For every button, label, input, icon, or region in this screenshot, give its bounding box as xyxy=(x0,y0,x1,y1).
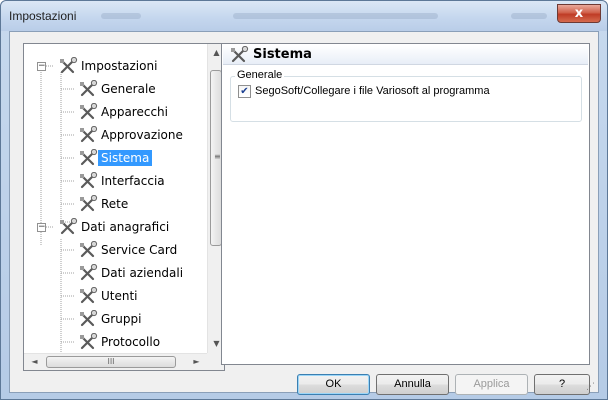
tree-item-label: Protocollo xyxy=(101,335,161,349)
tree-item-label: Service Card xyxy=(101,243,178,257)
tree-item-label: Generale xyxy=(101,82,156,96)
tools-icon xyxy=(80,149,98,166)
tree-item-gruppi[interactable]: Gruppi xyxy=(24,309,207,329)
dialog-body: − Impostazioni Generale Apparecchi Approvazi… xyxy=(9,31,599,395)
tree-item-label: Interfaccia xyxy=(101,174,165,188)
settings-window: Impostazioni x − Impostazioni Generale A… xyxy=(0,0,608,400)
checkmark-icon: ✔ xyxy=(240,86,249,97)
tools-icon xyxy=(80,103,98,120)
tree-item-label: Sistema xyxy=(98,150,153,166)
tree-item-label: Gruppi xyxy=(101,312,142,326)
scroll-left-icon[interactable]: ◄ xyxy=(26,357,43,366)
resize-grip-icon[interactable]: ⋰ xyxy=(586,383,595,392)
collapse-icon[interactable]: − xyxy=(37,223,46,232)
panel-title: Sistema xyxy=(253,47,312,62)
tree-item-rete[interactable]: Rete xyxy=(24,194,207,214)
link-variosoft-label[interactable]: SegoSoft/Collegare i file Variosoft al p… xyxy=(255,85,490,97)
window-title: Impostazioni xyxy=(9,9,77,23)
apply-button[interactable]: Applica xyxy=(455,374,528,395)
grip-icon: III xyxy=(107,357,115,366)
tree-item-apparecchi[interactable]: Apparecchi xyxy=(24,102,207,122)
tree-item-service-card[interactable]: Service Card xyxy=(24,240,207,260)
cancel-button[interactable]: Annulla xyxy=(376,374,449,395)
general-groupbox: Generale ✔ SegoSoft/Collegare i file Var… xyxy=(230,69,582,122)
tree-item-interfaccia[interactable]: Interfaccia xyxy=(24,171,207,191)
ok-button[interactable]: OK xyxy=(297,374,370,395)
blurred-title-text xyxy=(101,13,141,19)
settings-panel: Sistema Generale ✔ SegoSoft/Collegare i … xyxy=(221,43,590,365)
collapse-icon[interactable]: − xyxy=(37,62,46,71)
tree-item-label: Approvazione xyxy=(101,128,183,142)
tools-icon xyxy=(60,57,78,74)
tools-icon xyxy=(60,218,78,235)
tree-item-label: Apparecchi xyxy=(101,105,168,119)
tree-item-protocollo[interactable]: Protocollo xyxy=(24,332,207,352)
tools-icon xyxy=(80,241,98,258)
tree-horizontal-scrollbar[interactable]: ◄ III ► xyxy=(24,353,207,370)
tools-icon xyxy=(80,310,98,327)
group-label: Generale xyxy=(235,69,285,81)
tools-icon xyxy=(80,80,98,97)
tree-item-utenti[interactable]: Utenti xyxy=(24,286,207,306)
close-button[interactable]: x xyxy=(557,4,601,23)
tools-icon xyxy=(80,264,98,281)
grip-icon: ≡ xyxy=(214,152,221,161)
scroll-right-icon[interactable]: ► xyxy=(188,357,205,366)
close-icon: x xyxy=(574,6,584,21)
tools-icon xyxy=(80,287,98,304)
tree-item-sistema[interactable]: Sistema xyxy=(24,148,207,168)
tree-item-dati-aziendali[interactable]: Dati aziendali xyxy=(24,263,207,283)
tree-item-impostazioni[interactable]: − Impostazioni xyxy=(24,56,207,76)
tree-item-label: Dati anagrafici xyxy=(81,220,170,234)
title-bar[interactable]: Impostazioni x xyxy=(1,1,607,31)
horizontal-scroll-thumb[interactable]: III xyxy=(46,356,176,368)
tools-icon xyxy=(80,172,98,189)
tree-item-approvazione[interactable]: Approvazione xyxy=(24,125,207,145)
tools-icon xyxy=(231,46,249,63)
blurred-title-text xyxy=(511,13,547,19)
tree-item-label: Impostazioni xyxy=(81,59,158,73)
tree-item-dati-anagrafici[interactable]: − Dati anagrafici xyxy=(24,217,207,237)
panel-header: Sistema xyxy=(223,45,588,65)
tree-item-generale[interactable]: Generale xyxy=(24,79,207,99)
tree-item-label: Utenti xyxy=(101,289,138,303)
tools-icon xyxy=(80,195,98,212)
tree-item-label: Dati aziendali xyxy=(101,266,184,280)
tools-icon xyxy=(80,333,98,350)
link-variosoft-checkbox[interactable]: ✔ xyxy=(238,85,251,98)
tools-icon xyxy=(80,126,98,143)
tree-item-label: Rete xyxy=(101,197,129,211)
blurred-title-text xyxy=(233,13,438,19)
help-button[interactable]: ? xyxy=(534,374,590,395)
settings-tree[interactable]: − Impostazioni Generale Apparecchi Approvazi… xyxy=(23,43,225,371)
